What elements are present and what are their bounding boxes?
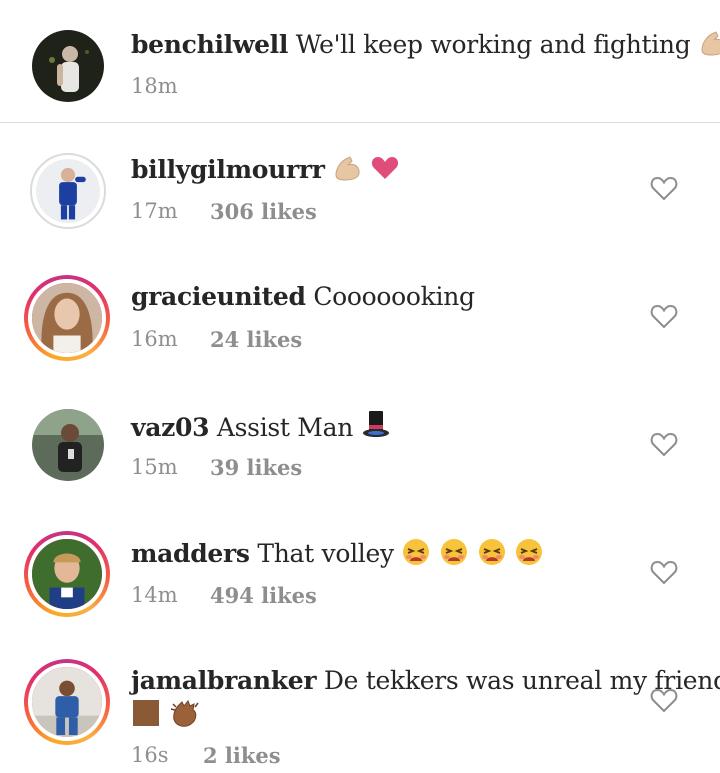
comment-line: madders That volley bbox=[131, 537, 544, 575]
username[interactable]: jamalbranker bbox=[131, 666, 317, 695]
comment-item: vaz03 Assist Man 15m 39 likes bbox=[0, 379, 720, 507]
avatar[interactable] bbox=[24, 659, 110, 745]
comment-item: madders That volley 14m 494 likes bbox=[0, 507, 720, 635]
comment-line: vaz03 Assist Man bbox=[131, 409, 391, 449]
heart-icon[interactable] bbox=[650, 559, 678, 585]
like-count[interactable]: 24 likes bbox=[210, 327, 302, 352]
heart-icon[interactable] bbox=[650, 431, 678, 457]
comment-line: jamalbranker De tekkers was unreal my fr… bbox=[131, 665, 720, 697]
timestamp: 16s bbox=[131, 743, 169, 767]
avatar[interactable] bbox=[32, 30, 104, 102]
comment-meta: 17m 306 likes bbox=[131, 199, 317, 224]
tired-face-icon bbox=[401, 537, 431, 575]
like-count[interactable]: 39 likes bbox=[210, 455, 302, 480]
brown-square-icon bbox=[131, 698, 161, 736]
comment-meta: 14m 494 likes bbox=[131, 583, 317, 608]
caption-line: benchilwell We'll keep working and fight… bbox=[131, 28, 720, 66]
timestamp: 15m bbox=[131, 455, 178, 479]
comment-meta: 16s 2 likes bbox=[131, 743, 281, 768]
tired-face-icon bbox=[439, 537, 469, 575]
comment-line: billygilmourrr bbox=[131, 153, 400, 191]
caption-text: We'll keep working and fighting bbox=[295, 30, 691, 59]
flexed-biceps-icon bbox=[332, 153, 362, 191]
comment-text: Assist Man bbox=[216, 413, 354, 442]
username[interactable]: benchilwell bbox=[131, 30, 288, 59]
top-hat-icon bbox=[361, 409, 391, 449]
comment-item: jamalbranker De tekkers was unreal my fr… bbox=[0, 635, 720, 773]
heart-icon[interactable] bbox=[650, 687, 678, 713]
flexed-biceps-icon bbox=[698, 28, 720, 66]
heart-icon[interactable] bbox=[650, 175, 678, 201]
username[interactable]: gracieunited bbox=[131, 282, 306, 311]
comment-line-continued bbox=[131, 698, 203, 736]
tired-face-icon bbox=[477, 537, 507, 575]
tired-face-icon bbox=[514, 537, 544, 575]
username[interactable]: madders bbox=[131, 539, 250, 568]
pink-heart-icon bbox=[370, 153, 400, 191]
like-count[interactable]: 306 likes bbox=[210, 199, 317, 224]
timestamp: 14m bbox=[131, 583, 178, 607]
comment-meta: 16m 24 likes bbox=[131, 327, 302, 352]
comment-meta: 15m 39 likes bbox=[131, 455, 302, 480]
timestamp: 18m bbox=[131, 74, 178, 98]
username[interactable]: vaz03 bbox=[131, 413, 210, 442]
comment-text: Cooooooking bbox=[313, 282, 475, 311]
comment-meta: 18m bbox=[131, 74, 178, 98]
avatar[interactable] bbox=[24, 531, 110, 617]
comment-line: gracieunited Cooooooking bbox=[131, 281, 475, 313]
post-caption: benchilwell We'll keep working and fight… bbox=[0, 0, 720, 123]
comment-text: That volley bbox=[257, 539, 394, 568]
avatar[interactable] bbox=[32, 409, 104, 481]
like-count[interactable]: 2 likes bbox=[203, 743, 281, 768]
heart-icon[interactable] bbox=[650, 303, 678, 329]
like-count[interactable]: 494 likes bbox=[210, 583, 317, 608]
avatar[interactable] bbox=[30, 153, 106, 229]
username[interactable]: billygilmourrr bbox=[131, 155, 325, 184]
avatar[interactable] bbox=[24, 275, 110, 361]
comment-item: billygilmourrr 17m 306 likes bbox=[0, 123, 720, 251]
clapping-hands-icon bbox=[169, 698, 203, 736]
timestamp: 16m bbox=[131, 327, 178, 351]
comment-item: gracieunited Cooooooking 16m 24 likes bbox=[0, 251, 720, 379]
timestamp: 17m bbox=[131, 199, 178, 223]
